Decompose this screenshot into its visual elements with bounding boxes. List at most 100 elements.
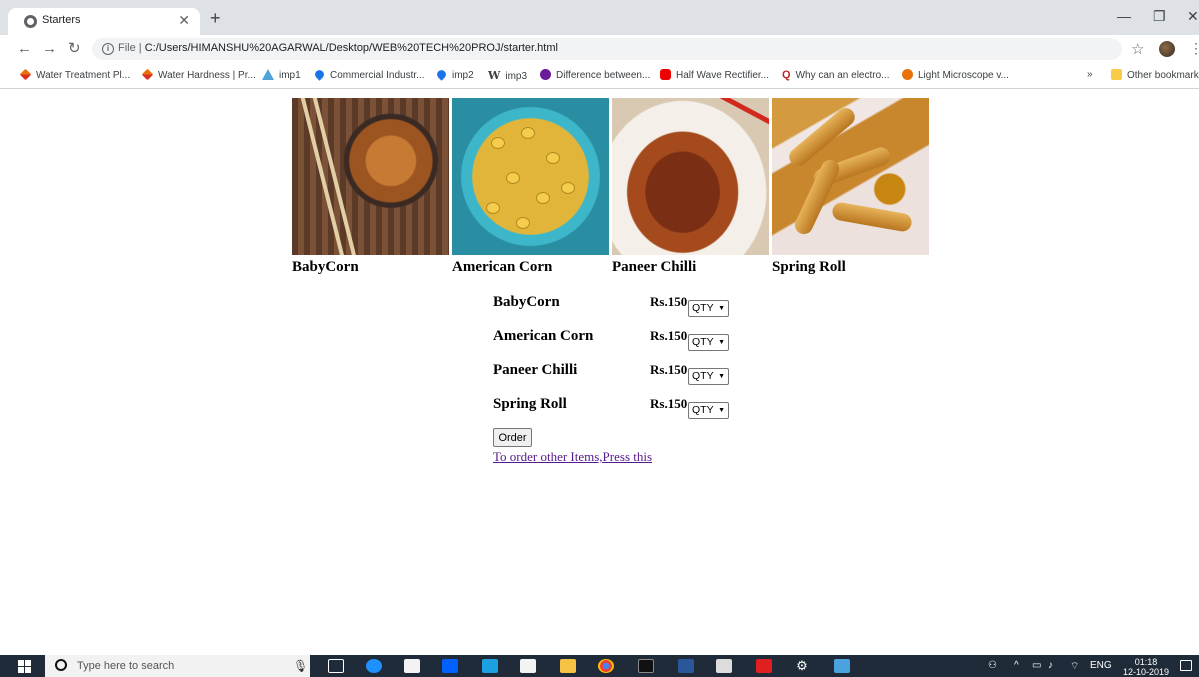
task-view-icon[interactable]	[328, 659, 344, 673]
bookmark-item[interactable]: Half Wave Rectifier...	[660, 69, 769, 81]
american-corn-image	[452, 98, 609, 255]
dropdown-arrow-icon: ▼	[718, 339, 725, 346]
close-tab-icon[interactable]: ✕	[178, 12, 190, 29]
acrobat-icon[interactable]	[756, 659, 772, 673]
folder-icon	[1111, 69, 1122, 80]
quora-icon: Q	[782, 69, 791, 81]
order-item-price: Rs.150	[650, 294, 688, 309]
dropdown-arrow-icon: ▼	[718, 373, 725, 380]
order-item-name: Paneer Chilli	[493, 362, 578, 378]
paneer-chilli-image	[612, 98, 769, 255]
qty-select[interactable]: QTY ▼	[688, 300, 729, 317]
word-icon[interactable]	[678, 659, 694, 673]
vscode-icon[interactable]	[482, 659, 498, 673]
order-other-items-link[interactable]: To order other Items,Press this	[493, 449, 652, 465]
info-icon[interactable]: i	[102, 43, 114, 55]
diamond-icon	[141, 68, 154, 81]
paneer-chilli-caption: Paneer Chilli	[612, 259, 697, 275]
bookmark-item[interactable]: imp1	[262, 69, 301, 81]
order-item-price: Rs.150	[650, 396, 688, 411]
new-tab-icon[interactable]: +	[210, 8, 221, 28]
chrome-icon[interactable]	[598, 659, 614, 673]
tab-starters[interactable]: Starters ✕	[8, 8, 200, 35]
star-icon[interactable]: ☆	[1131, 40, 1144, 58]
windows-start-icon[interactable]	[18, 660, 32, 673]
order-item-price: Rs.150	[650, 328, 688, 343]
bookmark-item[interactable]: imp2	[435, 68, 474, 81]
profile-avatar[interactable]	[1159, 41, 1175, 57]
circle-icon	[540, 69, 551, 80]
minimize-icon[interactable]: —	[1117, 8, 1131, 24]
dropdown-arrow-icon: ▼	[718, 407, 725, 414]
qty-select[interactable]: QTY ▼	[688, 368, 729, 385]
bookmark-item[interactable]: Wimp3	[488, 69, 527, 82]
terminal-icon[interactable]	[638, 659, 654, 673]
url-scheme: File	[118, 42, 136, 54]
triangle-icon	[262, 69, 274, 80]
menu-icon[interactable]: ⋮	[1189, 40, 1199, 57]
taskbar: Type here to search 🎙 ⚙ ⚇ ^ ▭ ♪ ⌔ ENG 01…	[0, 655, 1199, 677]
tab-strip: Starters ✕ + — ❐ ✕	[0, 0, 1199, 35]
bookmark-item[interactable]: Difference between...	[540, 69, 650, 81]
qty-select[interactable]: QTY ▼	[688, 334, 729, 351]
bookmarks-bar: Water Treatment Pl... Water Hardness | P…	[0, 63, 1199, 89]
restore-icon[interactable]: ❐	[1153, 8, 1166, 25]
youtube-icon	[660, 69, 671, 80]
bookmark-item[interactable]: Commercial Industr...	[313, 68, 424, 81]
qty-select[interactable]: QTY ▼	[688, 402, 729, 419]
spring-roll-caption: Spring Roll	[772, 259, 846, 275]
language-indicator[interactable]: ENG	[1090, 660, 1112, 671]
volume-icon[interactable]: ♪	[1048, 660, 1053, 671]
close-window-icon[interactable]: ✕	[1187, 8, 1199, 25]
url-path: C:/Users/HIMANSHU%20AGARWAL/Desktop/WEB%…	[144, 42, 558, 54]
other-bookmarks[interactable]: Other bookmarks	[1111, 69, 1199, 81]
dropdown-arrow-icon: ▼	[718, 305, 725, 312]
bookmark-item[interactable]: Water Treatment Pl...	[19, 68, 130, 81]
drop-icon	[313, 68, 326, 81]
babycorn-caption: BabyCorn	[292, 259, 359, 275]
store-icon[interactable]	[404, 659, 420, 673]
people-icon[interactable]: ⚇	[988, 660, 997, 671]
address-bar[interactable]: i File | C:/Users/HIMANSHU%20AGARWAL/Des…	[92, 38, 1122, 60]
dropbox-icon[interactable]	[442, 659, 458, 673]
clock-date: 12-10-2019	[1123, 667, 1170, 677]
order-item-name: American Corn	[493, 328, 594, 344]
order-button[interactable]: Order	[493, 428, 532, 447]
notification-icon[interactable]	[1180, 660, 1192, 671]
search-placeholder: Type here to search	[77, 660, 175, 672]
order-item-price: Rs.150	[650, 362, 688, 377]
settings-icon[interactable]: ⚙	[794, 659, 810, 673]
clock-time: 01:18	[1134, 657, 1158, 667]
app-icon[interactable]	[834, 659, 850, 673]
cortana-icon	[55, 659, 67, 671]
order-item-name: Spring Roll	[493, 396, 567, 412]
battery-icon[interactable]: ▭	[1032, 660, 1041, 671]
bookmark-item[interactable]: Q Why can an electro...	[782, 69, 890, 81]
bookmark-item[interactable]: Water Hardness | Pr...	[141, 68, 256, 81]
bookmark-item[interactable]: Light Microscope v...	[902, 69, 1009, 81]
d-icon	[902, 69, 913, 80]
bookmarks-overflow-icon[interactable]: »	[1087, 69, 1093, 80]
taskbar-search[interactable]: Type here to search 🎙	[45, 655, 310, 677]
spring-roll-image	[772, 98, 929, 255]
tab-title: Starters	[42, 14, 81, 26]
back-icon[interactable]: ←	[17, 40, 32, 58]
edge-icon[interactable]	[366, 659, 382, 673]
babycorn-image	[292, 98, 449, 255]
clock[interactable]: 01:18 12-10-2019	[1123, 657, 1169, 677]
globe-icon	[24, 15, 37, 28]
drop-icon	[435, 68, 448, 81]
reload-icon[interactable]: ↻	[68, 40, 81, 58]
photos-icon[interactable]	[716, 659, 732, 673]
order-item-name: BabyCorn	[493, 294, 560, 310]
mic-icon[interactable]: 🎙	[293, 659, 308, 673]
forward-icon[interactable]: →	[42, 40, 57, 58]
w-icon: W	[488, 69, 501, 82]
wifi-icon[interactable]: ⌔	[1070, 660, 1079, 673]
diamond-icon	[19, 68, 32, 81]
mail-icon[interactable]	[520, 659, 536, 673]
browser-toolbar: ← → ↻ i File | C:/Users/HIMANSHU%20AGARW…	[0, 35, 1199, 63]
tray-chevron-icon[interactable]: ^	[1014, 660, 1019, 671]
file-explorer-icon[interactable]	[560, 659, 576, 673]
american-corn-caption: American Corn	[452, 259, 553, 275]
